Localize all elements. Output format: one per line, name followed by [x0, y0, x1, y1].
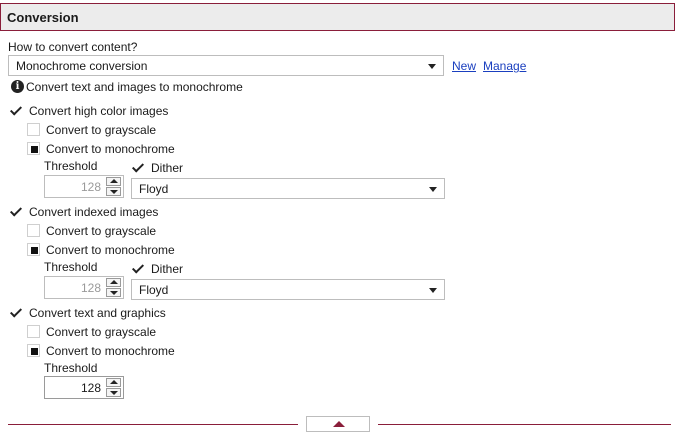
indexed-dither-label: Dither [151, 262, 184, 276]
indexed-dither-select[interactable]: Floyd [131, 279, 445, 300]
convert-text-graphics-label: Convert text and graphics [29, 306, 166, 320]
high-color-threshold-label: Threshold [44, 159, 98, 173]
spinner-down-button[interactable] [106, 187, 121, 196]
text-graphics-grayscale-label: Convert to grayscale [46, 325, 157, 339]
text-graphics-threshold-label: Threshold [44, 361, 98, 375]
new-profile-link[interactable]: New [452, 59, 476, 73]
indexed-grayscale-label: Convert to grayscale [46, 224, 157, 238]
info-icon: i [11, 80, 24, 93]
chevron-down-icon [429, 288, 437, 293]
high-color-monochrome-label: Convert to monochrome [46, 142, 175, 156]
conversion-question-label: How to convert content? [8, 40, 138, 54]
indexed-threshold-spinner[interactable]: 128 [44, 276, 124, 299]
text-graphics-monochrome-label: Convert to monochrome [46, 344, 175, 358]
convert-high-color-label: Convert high color images [29, 104, 169, 118]
section-title: Conversion [7, 10, 79, 25]
convert-high-color-checkbox[interactable] [10, 104, 23, 117]
text-graphics-monochrome-radio[interactable] [27, 344, 40, 357]
spinner-down-button[interactable] [106, 288, 121, 297]
high-color-threshold-spinner[interactable]: 128 [44, 175, 124, 198]
indexed-dither-value: Floyd [139, 283, 169, 297]
spinner-down-button[interactable] [106, 388, 121, 397]
high-color-dither-value: Floyd [139, 182, 169, 196]
convert-text-graphics-checkbox[interactable] [10, 306, 23, 319]
profile-description: Convert text and images to monochrome [26, 80, 243, 94]
bottom-divider-right [378, 424, 671, 425]
high-color-dither-select[interactable]: Floyd [131, 178, 445, 199]
section-header[interactable]: Conversion [0, 3, 675, 31]
high-color-dither-checkbox[interactable] [132, 161, 145, 174]
chevron-down-icon [428, 64, 436, 69]
indexed-monochrome-label: Convert to monochrome [46, 243, 175, 257]
high-color-grayscale-radio[interactable] [27, 123, 40, 136]
convert-indexed-checkbox[interactable] [10, 205, 23, 218]
text-graphics-threshold-value: 128 [80, 381, 101, 395]
conversion-profile-value: Monochrome conversion [16, 59, 148, 73]
indexed-threshold-value: 128 [80, 281, 101, 295]
high-color-threshold-value: 128 [80, 180, 101, 194]
spinner-up-button[interactable] [106, 177, 121, 186]
spinner-up-button[interactable] [106, 278, 121, 287]
conversion-profile-select[interactable]: Monochrome conversion [8, 55, 444, 76]
text-graphics-grayscale-radio[interactable] [27, 325, 40, 338]
manage-profiles-link[interactable]: Manage [483, 59, 526, 73]
indexed-threshold-label: Threshold [44, 260, 98, 274]
chevron-down-icon [429, 187, 437, 192]
convert-indexed-label: Convert indexed images [29, 205, 159, 219]
high-color-grayscale-label: Convert to grayscale [46, 123, 157, 137]
bottom-divider-left [8, 424, 298, 425]
indexed-grayscale-radio[interactable] [27, 224, 40, 237]
high-color-dither-label: Dither [151, 161, 184, 175]
spinner-up-button[interactable] [106, 378, 121, 387]
indexed-dither-checkbox[interactable] [132, 262, 145, 275]
text-graphics-threshold-spinner[interactable]: 128 [44, 376, 124, 399]
collapse-section-button[interactable] [306, 416, 370, 432]
indexed-monochrome-radio[interactable] [27, 243, 40, 256]
high-color-monochrome-radio[interactable] [27, 142, 40, 155]
